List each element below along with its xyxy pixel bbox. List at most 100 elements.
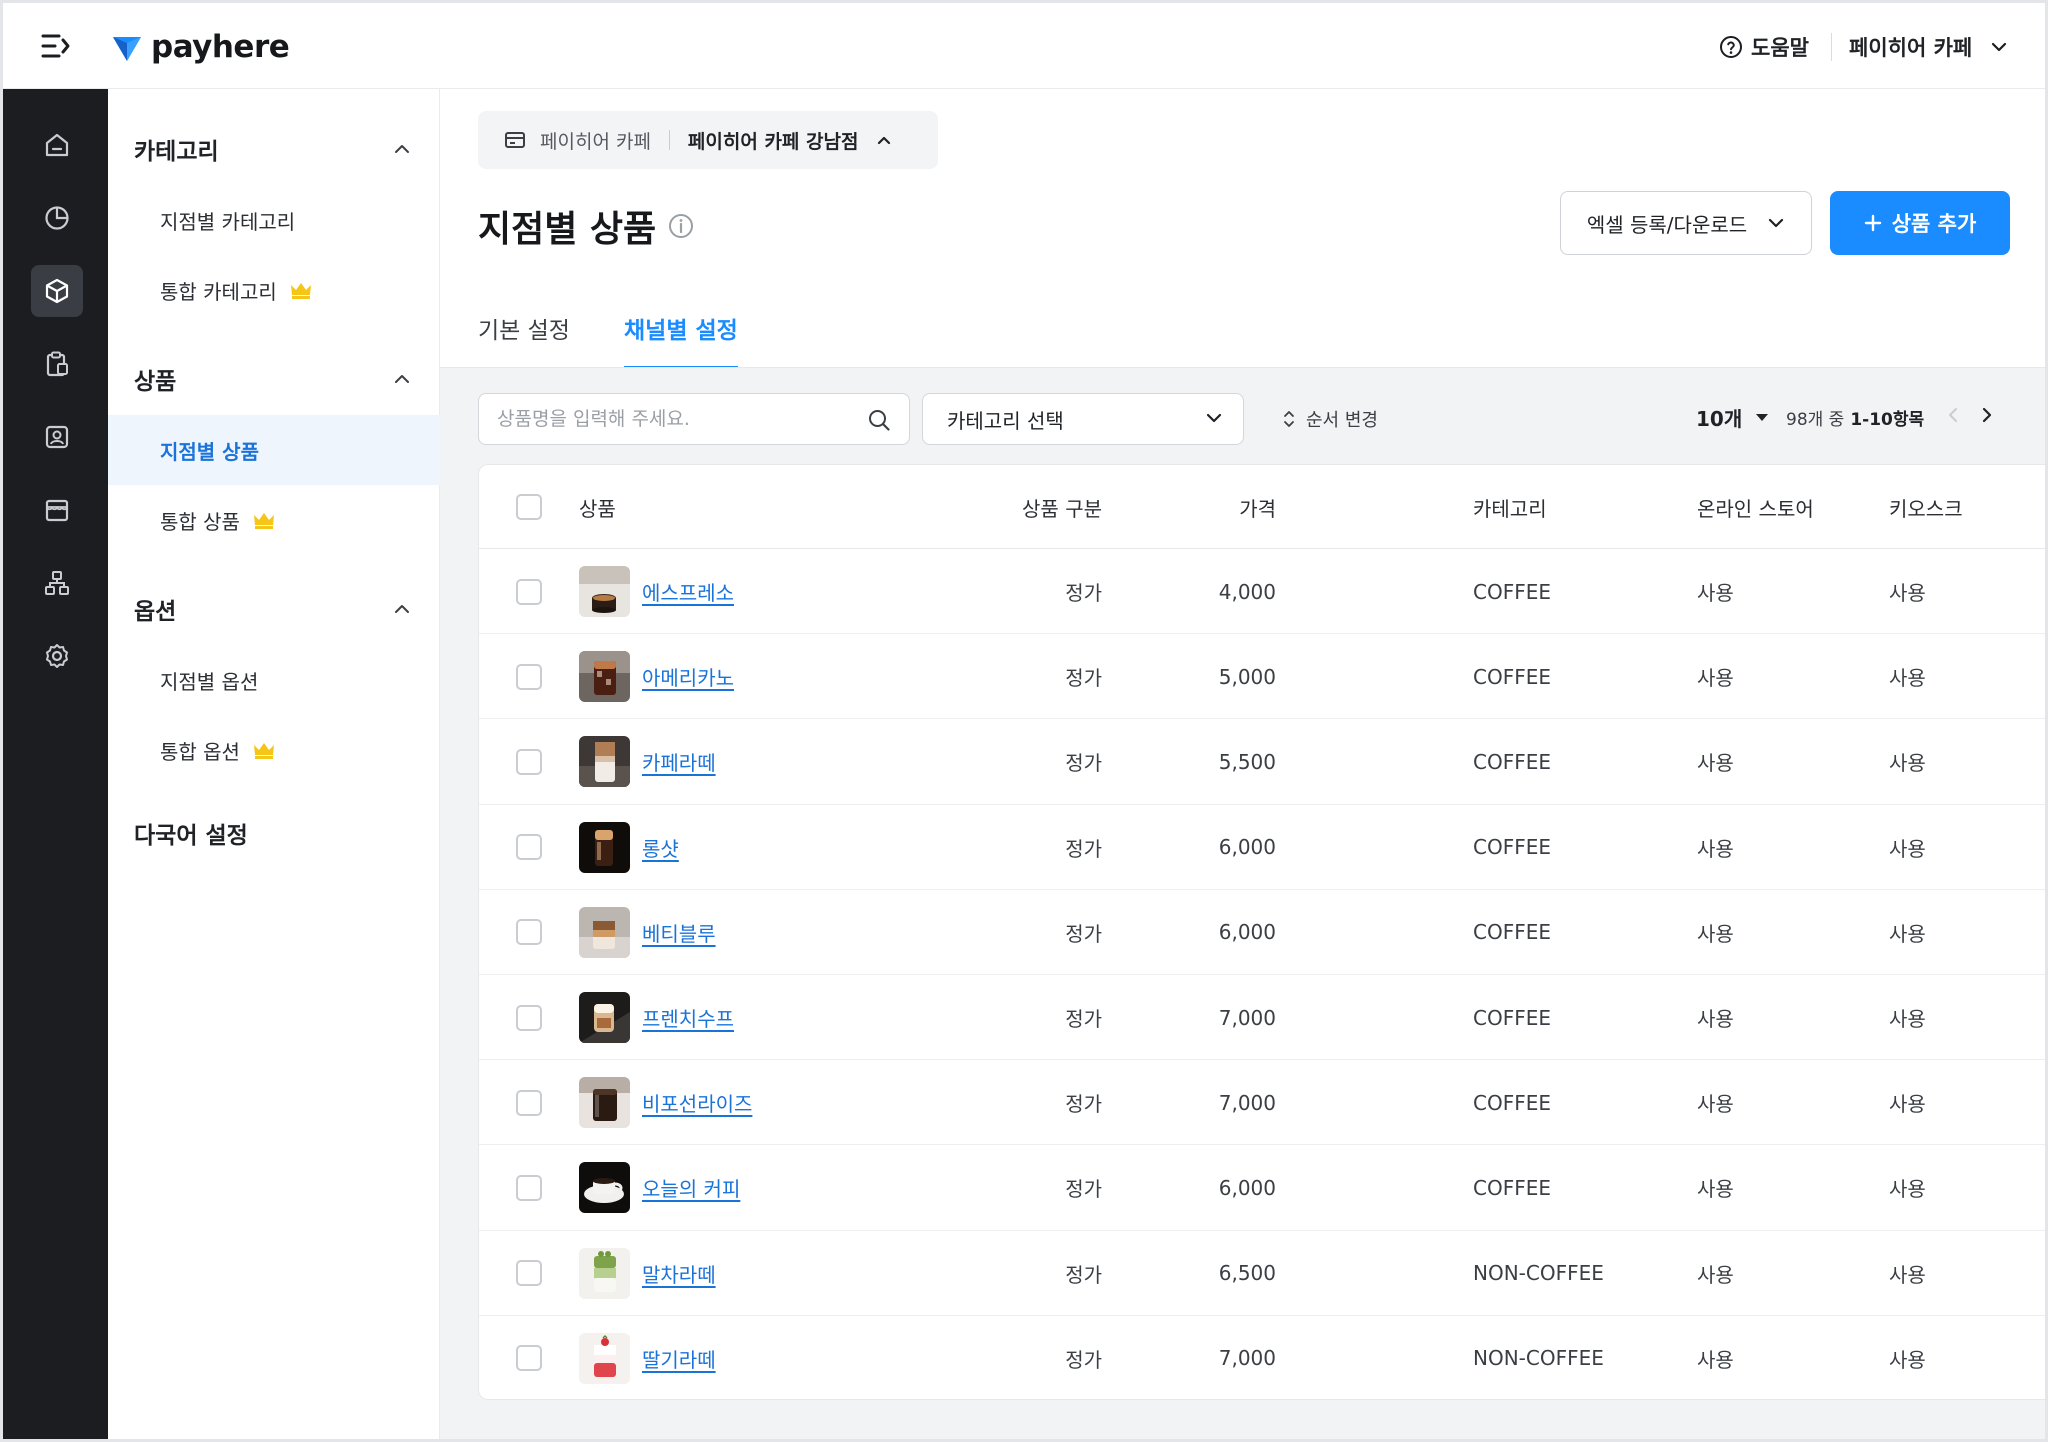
select-all-checkbox[interactable] xyxy=(516,494,542,520)
pagination-range: 98개 중 1-10항목 xyxy=(1786,393,1924,441)
table-row[interactable]: 롱샷 정가 6,000 COFFEE 사용 사용 xyxy=(479,805,2045,890)
product-box-icon xyxy=(45,278,69,304)
product-category: COFFEE xyxy=(1473,1090,1551,1115)
rail-products[interactable] xyxy=(31,265,83,317)
category-select[interactable]: 카테고리 선택 xyxy=(922,393,1244,445)
table-row[interactable]: 에스프레소 정가 4,000 COFFEE 사용 사용 xyxy=(479,549,2045,635)
product-name-link[interactable]: 롱샷 xyxy=(642,805,679,890)
pagination-total: 98개 중 xyxy=(1786,409,1845,430)
tab-channel-settings[interactable]: 채널별 설정 xyxy=(624,311,738,369)
breadcrumb[interactable]: 페이히어 카페 페이히어 카페 강남점 xyxy=(478,111,938,169)
table-row[interactable]: 아메리카노 정가 5,000 COFFEE 사용 사용 xyxy=(479,634,2045,720)
product-category: COFFEE xyxy=(1473,749,1551,774)
rail-home[interactable] xyxy=(31,119,83,171)
rail-customers[interactable] xyxy=(31,411,83,463)
product-thumbnail xyxy=(579,1332,630,1384)
sub-item-branch-option[interactable]: 지점별 옵션 xyxy=(108,645,440,715)
tab-basic-settings[interactable]: 기본 설정 xyxy=(478,311,570,369)
logo-text: payhere xyxy=(151,29,290,65)
rail-settings[interactable] xyxy=(31,630,83,682)
table-row[interactable]: 카페라떼 정가 5,500 COFFEE 사용 사용 xyxy=(479,719,2045,805)
logo[interactable]: payhere xyxy=(111,27,290,67)
row-checkbox[interactable] xyxy=(516,1089,542,1116)
product-price: 6,500 xyxy=(1218,1261,1276,1286)
row-checkbox[interactable] xyxy=(516,919,542,946)
product-name-link[interactable]: 카페라떼 xyxy=(642,719,716,804)
sub-item-label: 통합 상품 xyxy=(160,509,240,534)
product-thumbnail xyxy=(579,1077,630,1129)
product-type: 정가 xyxy=(1065,1262,1102,1287)
row-checkbox[interactable] xyxy=(516,748,542,775)
product-type: 정가 xyxy=(1065,1177,1102,1202)
sub-item-branch-product[interactable]: 지점별 상품 xyxy=(108,415,440,485)
table-row[interactable]: 비포선라이즈 정가 7,000 COFFEE 사용 사용 xyxy=(479,1060,2045,1146)
row-checkbox[interactable] xyxy=(516,1174,542,1201)
excel-upload-download-button[interactable]: 엑셀 등록/다운로드 xyxy=(1560,191,1812,255)
product-name-link[interactable]: 말차라떼 xyxy=(642,1231,716,1316)
section-category[interactable]: 카테고리 xyxy=(108,119,440,179)
table-row[interactable]: 말차라떼 정가 6,500 NON-COFFEE 사용 사용 xyxy=(479,1231,2045,1316)
table-row[interactable]: 프렌치수프 정가 7,000 COFFEE 사용 사용 xyxy=(479,975,2045,1061)
product-name-link[interactable]: 비포선라이즈 xyxy=(642,1060,752,1145)
pos-terminal-icon xyxy=(505,132,525,148)
product-thumbnail xyxy=(579,566,630,618)
row-checkbox[interactable] xyxy=(516,1260,542,1287)
search-input[interactable] xyxy=(497,394,857,444)
row-checkbox[interactable] xyxy=(516,834,542,861)
help-link[interactable]: 도움말 xyxy=(1719,29,1809,65)
sub-item-integrated-option[interactable]: 통합 옵션 xyxy=(108,715,440,785)
rail-orders[interactable] xyxy=(31,338,83,390)
row-checkbox[interactable] xyxy=(516,578,542,605)
rail-organization[interactable] xyxy=(31,557,83,609)
row-checkbox[interactable] xyxy=(516,1345,542,1372)
tab-label: 채널별 설정 xyxy=(624,318,738,344)
reorder-button[interactable]: 순서 변경 xyxy=(1282,393,1378,445)
store-selector[interactable]: 페이히어 카페 xyxy=(1849,29,2008,65)
product-name-link[interactable]: 에스프레소 xyxy=(642,549,734,634)
kiosk-status: 사용 xyxy=(1889,751,1926,776)
help-label: 도움말 xyxy=(1751,36,1809,60)
home-icon xyxy=(45,133,69,157)
product-name-link[interactable]: 오늘의 커피 xyxy=(642,1145,740,1230)
sub-item-branch-category[interactable]: 지점별 카테고리 xyxy=(108,185,440,255)
search-icon[interactable] xyxy=(867,408,891,432)
product-type: 정가 xyxy=(1065,666,1102,691)
chevron-left-icon[interactable] xyxy=(1946,406,1960,424)
section-product[interactable]: 상품 xyxy=(108,349,440,409)
section-option[interactable]: 옵션 xyxy=(108,579,440,639)
row-checkbox[interactable] xyxy=(516,1004,542,1031)
table-row[interactable]: 베티블루 정가 6,000 COFFEE 사용 사용 xyxy=(479,890,2045,975)
product-name-link[interactable]: 아메리카노 xyxy=(642,634,734,719)
top-divider xyxy=(1831,33,1832,61)
product-thumbnail xyxy=(579,1247,630,1299)
contact-card-icon xyxy=(45,425,69,449)
sub-item-integrated-category[interactable]: 통합 카테고리 xyxy=(108,255,440,325)
chevron-right-icon[interactable] xyxy=(1980,406,1994,424)
info-icon[interactable] xyxy=(668,213,694,239)
page-title-text: 지점별 상품 xyxy=(478,209,657,250)
product-type: 정가 xyxy=(1065,1347,1102,1372)
section-category-label: 카테고리 xyxy=(134,139,219,165)
add-button-label: 상품 추가 xyxy=(1891,212,1977,236)
add-product-button[interactable]: 상품 추가 xyxy=(1830,191,2010,255)
menu-toggle-icon[interactable] xyxy=(41,33,71,59)
table-row[interactable]: 오늘의 커피 정가 6,000 COFFEE 사용 사용 xyxy=(479,1145,2045,1231)
rail-store[interactable] xyxy=(31,484,83,536)
row-checkbox[interactable] xyxy=(516,663,542,690)
sub-item-integrated-product[interactable]: 통합 상품 xyxy=(108,485,440,555)
product-name-link[interactable]: 베티블루 xyxy=(642,890,716,975)
product-thumbnail xyxy=(579,736,630,788)
icon-rail xyxy=(3,89,108,1439)
product-name-link[interactable]: 딸기라떼 xyxy=(642,1316,716,1399)
kiosk-status: 사용 xyxy=(1889,666,1926,691)
product-type: 정가 xyxy=(1065,1092,1102,1117)
table-row[interactable]: 딸기라떼 정가 7,000 NON-COFFEE 사용 사용 xyxy=(479,1316,2045,1399)
online-store-status: 사용 xyxy=(1697,836,1734,861)
page-size-select[interactable]: 10개 xyxy=(1696,393,1770,441)
section-language[interactable]: 다국어 설정 xyxy=(108,803,440,863)
content-panel: 카테고리 선택 순서 변경 10개 98개 중 1-10항목 상품 xyxy=(440,367,2045,1439)
product-name-link[interactable]: 프렌치수프 xyxy=(642,975,734,1060)
col-price: 가격 xyxy=(1239,496,1276,521)
rail-analytics[interactable] xyxy=(31,192,83,244)
product-thumbnail xyxy=(579,906,630,958)
